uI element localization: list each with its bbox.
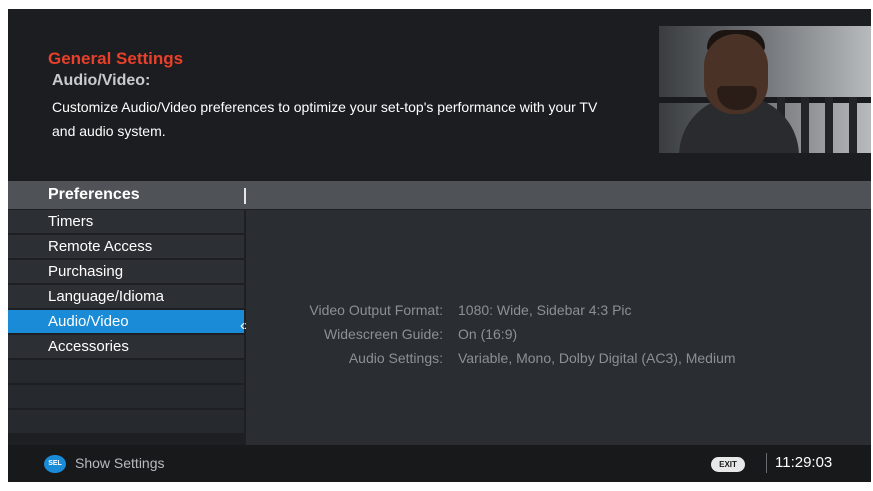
menu-item-language[interactable]: Language/Idioma [8, 285, 244, 310]
blue-round-button-icon[interactable]: SEL [44, 455, 66, 473]
audio-settings-value: Variable, Mono, Dolby Digital (AC3), Med… [458, 350, 736, 366]
menu-item-label: Language/Idioma [48, 288, 164, 305]
menu-item-label: Purchasing [48, 263, 124, 280]
video-output-format-value: 1080: Wide, Sidebar 4:3 Pic [458, 302, 632, 318]
menu-item-accessories[interactable]: Accessories [8, 335, 244, 360]
widescreen-guide-label: Widescreen Guide: [323, 326, 443, 342]
clock: 11:29:03 [775, 454, 833, 471]
section-divider [244, 188, 246, 204]
menu-item-label: Accessories [48, 338, 129, 355]
menu-item-remote-access[interactable]: Remote Access [8, 235, 244, 260]
menu-item-audio-video[interactable]: Audio/Video [8, 310, 244, 335]
menu-item-label: Audio/Video [48, 313, 129, 330]
page-description: Customize Audio/Video preferences to opt… [52, 99, 598, 139]
page-subtitle: Audio/Video: [52, 72, 151, 89]
menu-item-empty [8, 385, 244, 410]
menu-item-label: Timers [48, 213, 94, 230]
exit-pill-icon[interactable]: EXIT [711, 457, 745, 472]
menu-item-empty [8, 410, 244, 435]
preferences-menu: Timers Remote Access Purchasing Language… [8, 210, 244, 445]
page-title: General Settings [48, 49, 184, 68]
video-output-format-label: Video Output Format: [309, 302, 443, 318]
menu-item-timers[interactable]: Timers [8, 210, 244, 235]
tv-screen: General Settings Audio/Video: Customize … [8, 9, 871, 482]
audio-settings-label: Audio Settings: [348, 350, 443, 366]
live-tv-preview [659, 26, 871, 153]
menu-item-purchasing[interactable]: Purchasing [8, 260, 244, 285]
widescreen-guide-value: On (16:9) [458, 326, 518, 342]
footer-divider [766, 453, 767, 473]
show-settings-label: Show Settings [75, 455, 165, 471]
menu-item-label: Remote Access [48, 238, 153, 255]
section-title: Preferences [48, 186, 140, 203]
menu-item-empty [8, 360, 244, 385]
